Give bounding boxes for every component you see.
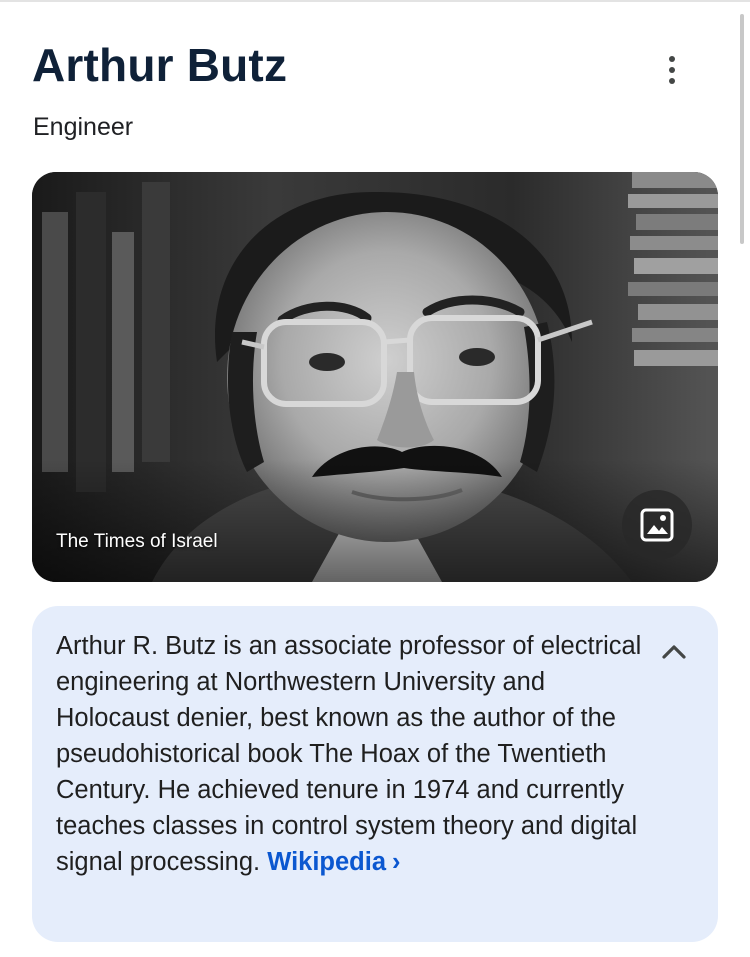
chevron-right-icon: ›	[392, 848, 401, 876]
more-vert-icon	[669, 56, 675, 62]
view-images-button[interactable]	[622, 490, 692, 560]
chevron-up-icon	[662, 645, 686, 659]
collapse-description-button[interactable]	[654, 632, 694, 672]
more-vert-icon-dot	[669, 67, 675, 73]
knowledge-panel: Arthur Butz Engineer The Times of Israel…	[0, 0, 750, 957]
more-vert-icon-dot	[669, 78, 675, 84]
description-body: Arthur R. Butz is an associate professor…	[56, 632, 642, 876]
entity-subtitle: Engineer	[33, 113, 134, 141]
image-source-label[interactable]: The Times of Israel	[56, 530, 218, 554]
entity-photo[interactable]: The Times of Israel	[32, 172, 718, 582]
wikipedia-link-label: Wikipedia	[267, 848, 387, 876]
wikipedia-link[interactable]: Wikipedia ›	[267, 848, 400, 876]
scrollbar[interactable]	[740, 14, 744, 244]
entity-title: Arthur Butz	[32, 39, 288, 91]
description-text: Arthur R. Butz is an associate professor…	[56, 628, 656, 880]
portrait-image	[32, 172, 718, 582]
image-icon	[640, 508, 674, 542]
more-options-button[interactable]	[648, 46, 696, 94]
description-card: Arthur R. Butz is an associate professor…	[32, 606, 718, 942]
top-divider	[0, 0, 750, 2]
